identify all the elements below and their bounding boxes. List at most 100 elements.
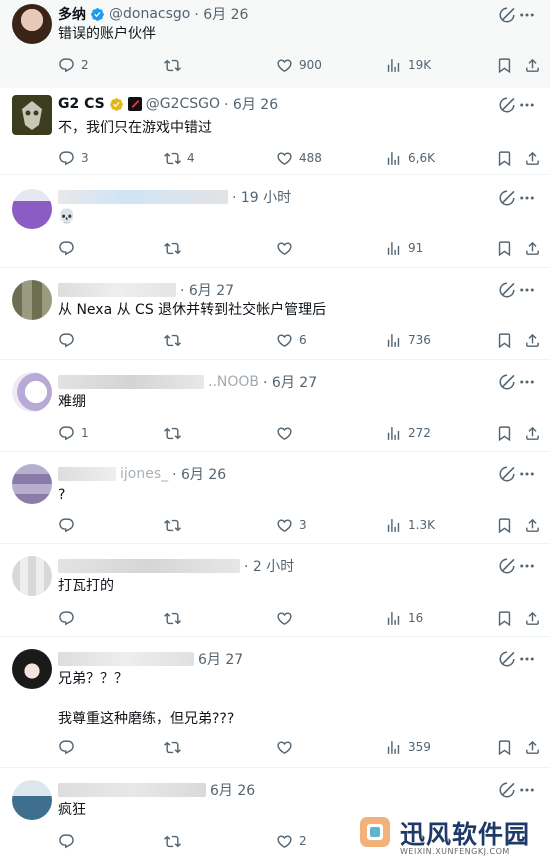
views-button[interactable]: 91 [385,238,423,258]
avatar[interactable] [12,464,52,504]
views-button[interactable]: 19K [385,55,431,75]
share-button[interactable] [524,148,541,168]
avatar[interactable] [12,780,52,820]
tweet-date[interactable]: 6月 27 [198,649,243,669]
more-options-icon[interactable] [518,650,536,668]
grok-icon[interactable] [498,557,516,575]
retweet-button[interactable] [164,608,181,628]
bookmark-button[interactable] [496,423,513,443]
avatar[interactable] [12,372,52,412]
bookmark-button[interactable] [496,148,513,168]
more-options-icon[interactable] [518,781,536,799]
tweet-date[interactable]: · 19 小时 [232,187,291,207]
like-button[interactable] [276,737,293,757]
grok-icon[interactable] [498,281,516,299]
tweet[interactable]: 6月 27 兄弟？？？ 我尊重这种磨练，但兄弟??? 359 [0,637,550,768]
author-handle[interactable]: ijones_ [120,466,168,482]
author-handle[interactable]: ..NOOB [208,374,259,390]
share-button[interactable] [524,515,541,535]
like-button[interactable] [276,238,293,258]
grok-icon[interactable] [498,465,516,483]
tweet-date[interactable]: 6月 26 [210,780,255,800]
share-button[interactable] [524,737,541,757]
reply-button[interactable]: 1 [58,423,89,443]
tweet-date[interactable]: · 6月 26 [194,4,248,24]
bookmark-button[interactable] [496,330,513,350]
author-name[interactable]: 多纳 [58,4,86,24]
more-options-icon[interactable] [518,373,536,391]
avatar[interactable] [12,189,52,229]
bookmark-button[interactable] [496,515,513,535]
tweet-date[interactable]: · 6月 26 [224,94,278,114]
bookmark-button[interactable] [496,238,513,258]
reply-button[interactable] [58,330,75,350]
author-handle[interactable]: @donacsgo [109,6,190,22]
author-handle[interactable]: @G2CSGO [146,96,220,112]
tweet[interactable]: ijones_ · 6月 26 ? 3 1.3K [0,452,550,544]
more-options-icon[interactable] [518,189,536,207]
reply-button[interactable] [58,608,75,628]
bookmark-button[interactable] [496,55,513,75]
tweet[interactable]: · 2 小时 打瓦打的 16 [0,544,550,637]
tweet-date[interactable]: · 6月 27 [180,280,234,300]
reply-button[interactable] [58,238,81,258]
retweet-button[interactable] [164,737,181,757]
more-options-icon[interactable] [518,281,536,299]
views-button[interactable]: 272 [385,423,431,443]
avatar[interactable] [12,556,52,596]
share-button[interactable] [524,423,541,443]
tweet-date[interactable]: · 6月 26 [172,464,226,484]
grok-icon[interactable] [498,373,516,391]
share-button[interactable] [524,330,541,350]
retweet-button[interactable]: 4 [164,148,195,168]
tweet[interactable]: · 6月 27 从 Nexa 从 CS 退休并转到社交帐户管理后 6 736 [0,268,550,360]
more-options-icon[interactable] [518,557,536,575]
tweet-date[interactable]: · 6月 27 [263,372,317,392]
more-options-icon[interactable] [518,96,536,114]
share-button[interactable] [524,608,541,628]
avatar[interactable] [12,280,52,320]
author-name[interactable]: G2 CS [58,96,105,112]
like-button[interactable]: 900 [276,55,322,75]
like-button[interactable]: 3 [276,515,307,535]
views-button[interactable]: 736 [385,330,431,350]
like-button[interactable]: 6 [276,330,307,350]
like-button[interactable] [276,423,293,443]
bookmark-button[interactable] [496,608,513,628]
retweet-button[interactable] [164,55,187,75]
reply-button[interactable]: 2 [58,55,89,75]
reply-button[interactable]: 3 [58,148,89,168]
tweet[interactable]: 多纳 @donacsgo · 6月 26 错误的账户伙伴 2 900 19K [0,0,550,88]
retweet-button[interactable] [164,831,181,851]
grok-icon[interactable] [498,189,516,207]
retweet-button[interactable] [164,238,181,258]
tweet[interactable]: · 19 小时 💀 91 [0,175,550,268]
views-button[interactable]: 359 [385,737,431,757]
tweet-date[interactable]: · 2 小时 [244,556,294,576]
like-button[interactable]: 488 [276,148,322,168]
more-options-icon[interactable] [518,465,536,483]
grok-icon[interactable] [498,6,516,24]
like-button[interactable] [276,608,293,628]
bookmark-button[interactable] [496,737,513,757]
tweet[interactable]: ..NOOB · 6月 27 难绷 1 272 [0,360,550,452]
avatar[interactable] [12,95,52,135]
grok-icon[interactable] [498,650,516,668]
tweet[interactable]: G2 CS @G2CSGO · 6月 26 不，我们只在游戏中错过 3 4 48… [0,88,550,175]
reply-button[interactable] [58,831,75,851]
more-options-icon[interactable] [518,6,536,24]
views-button[interactable]: 6,6K [385,148,435,168]
retweet-button[interactable] [164,423,181,443]
retweet-button[interactable] [164,330,181,350]
share-button[interactable] [524,238,541,258]
views-button[interactable]: 16 [385,608,423,628]
views-button[interactable]: 1.3K [385,515,435,535]
retweet-button[interactable] [164,515,181,535]
grok-icon[interactable] [498,781,516,799]
share-button[interactable] [524,55,541,75]
avatar[interactable] [12,649,52,689]
reply-button[interactable] [58,515,75,535]
grok-icon[interactable] [498,96,516,114]
like-button[interactable]: 2 [276,831,307,851]
reply-button[interactable] [58,737,75,757]
